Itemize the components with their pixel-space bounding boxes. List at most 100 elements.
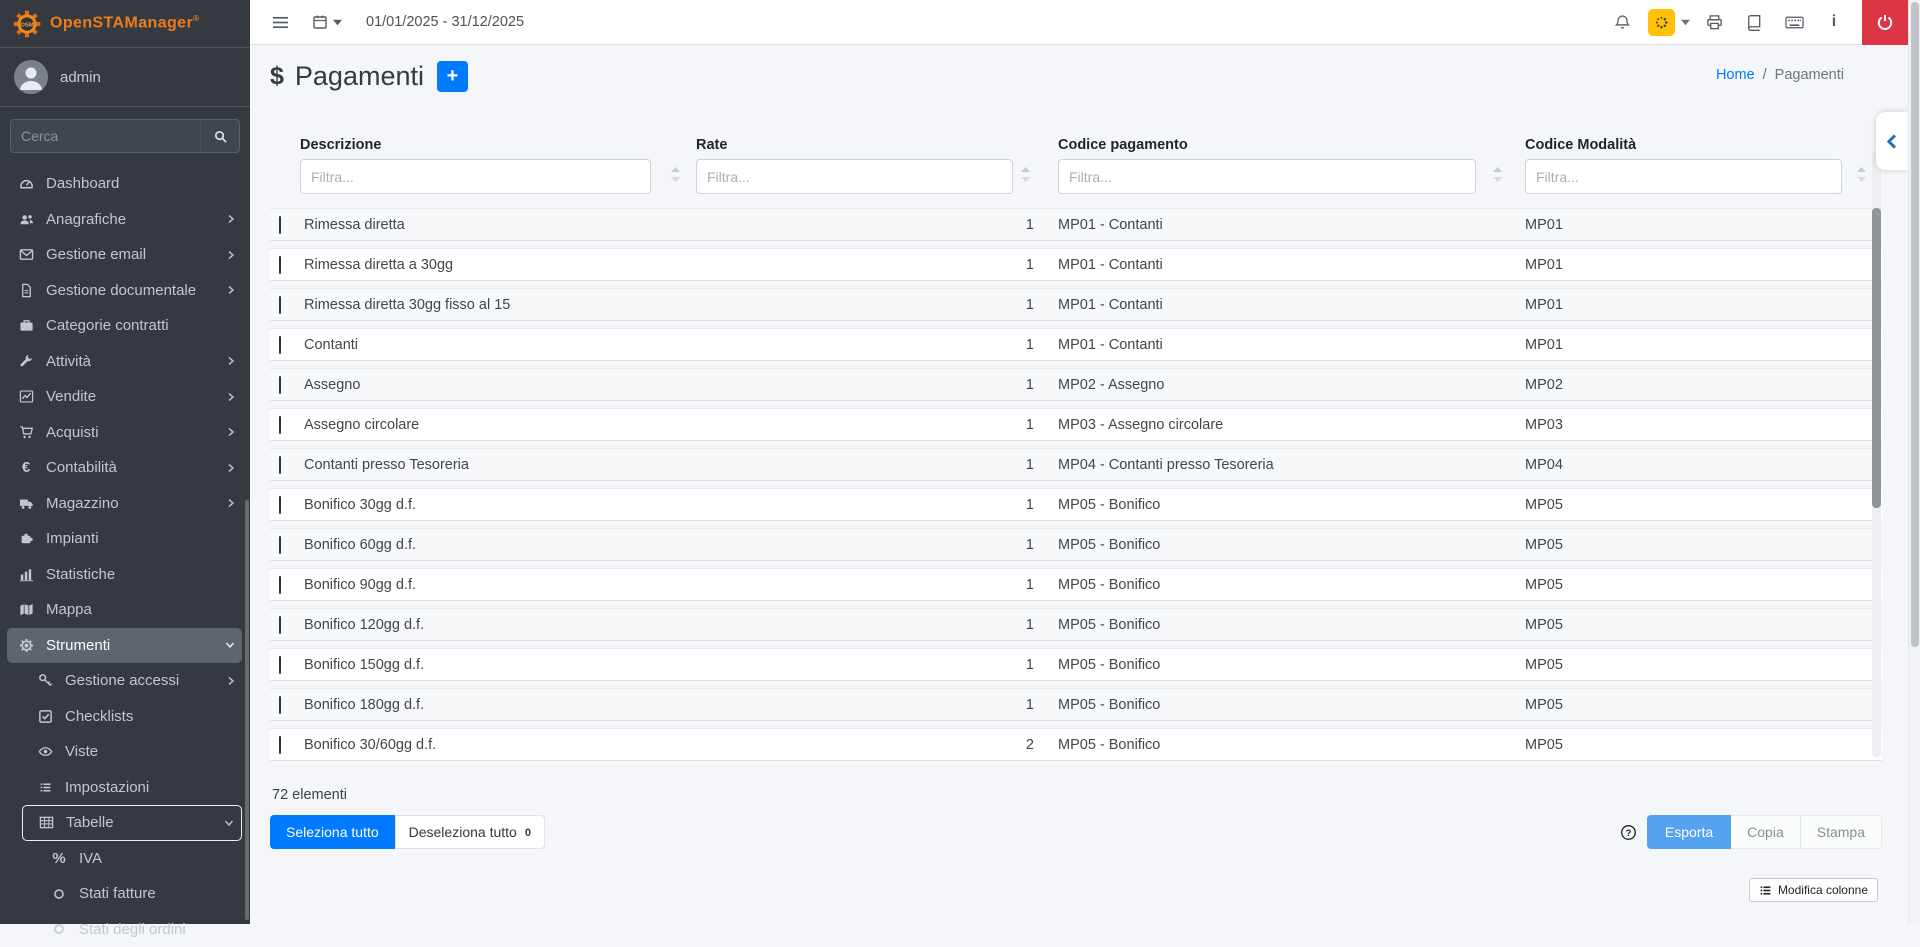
row-checkbox[interactable]: [279, 496, 281, 514]
breadcrumb-home-link[interactable]: Home: [1716, 67, 1755, 83]
table-row[interactable]: Bonifico 90gg d.f.1MP05 - BonificoMP05: [270, 568, 1882, 601]
help-icon[interactable]: ?: [1620, 824, 1637, 841]
row-checkbox[interactable]: [279, 616, 281, 634]
sidebar-item-stati-fatture[interactable]: Stati fatture: [0, 876, 250, 912]
filter-input-codice-modalita[interactable]: [1525, 159, 1842, 194]
sidebar-item-contabilita[interactable]: €Contabilità: [0, 450, 250, 486]
brand[interactable]: OSM OpenSTAManager®: [0, 0, 250, 48]
print-table-button[interactable]: Stampa: [1801, 815, 1882, 849]
column-label[interactable]: Rate: [696, 137, 1046, 153]
table-row[interactable]: Rimessa diretta a 30gg1MP01 - ContantiMP…: [270, 248, 1882, 281]
row-checkbox[interactable]: [279, 216, 281, 234]
row-checkbox[interactable]: [279, 736, 281, 754]
sidebar-item-stati-degli-ordini[interactable]: Stati degli ordini: [0, 912, 250, 947]
date-range-picker[interactable]: [312, 14, 342, 30]
panel-toggle[interactable]: [1876, 112, 1908, 170]
sort-icon[interactable]: [671, 167, 680, 182]
sidebar-item-iva[interactable]: %IVA: [0, 841, 250, 877]
search-button[interactable]: [200, 119, 240, 153]
table-row[interactable]: Rimessa diretta1MP01 - ContantiMP01: [270, 208, 1882, 241]
sidebar-item-mappa[interactable]: Mappa: [0, 592, 250, 628]
table-row[interactable]: Assegno circolare1MP03 - Assegno circola…: [270, 408, 1882, 441]
cell-codice-pagamento: MP05 - Bonifico: [1046, 497, 1518, 513]
select-all-button[interactable]: Seleziona tutto: [270, 815, 395, 849]
table-row[interactable]: Rimessa diretta 30gg fisso al 151MP01 - …: [270, 288, 1882, 321]
sidebar-item-tabelle[interactable]: Tabelle: [22, 805, 242, 841]
sidebar-item-anagrafiche[interactable]: Anagrafiche: [0, 202, 250, 238]
notifications-button[interactable]: [1606, 0, 1638, 44]
sidebar-item-label: Stati fatture: [79, 885, 156, 902]
table-row[interactable]: Bonifico 180gg d.f.1MP05 - BonificoMP05: [270, 688, 1882, 721]
add-button[interactable]: +: [437, 61, 468, 92]
print-button[interactable]: [1698, 0, 1730, 44]
row-checkbox[interactable]: [279, 256, 281, 274]
svg-text:?: ?: [1626, 827, 1632, 838]
filter-input-descrizione[interactable]: [300, 159, 651, 194]
column-label[interactable]: Codice pagamento: [1058, 137, 1518, 153]
shortcuts-button[interactable]: [1778, 0, 1810, 44]
table-row[interactable]: Bonifico 30/60gg d.f.2MP05 - BonificoMP0…: [270, 728, 1882, 761]
table-row[interactable]: Bonifico 60gg d.f.1MP05 - BonificoMP05: [270, 528, 1882, 561]
sidebar-item-impostazioni[interactable]: Impostazioni: [0, 770, 250, 806]
sidebar-scrollbar[interactable]: [245, 500, 249, 920]
table-row[interactable]: Bonifico 120gg d.f.1MP05 - BonificoMP05: [270, 608, 1882, 641]
edit-columns-button[interactable]: Modifica colonne: [1749, 878, 1878, 902]
sort-icon[interactable]: [1021, 167, 1030, 182]
export-button[interactable]: Esporta: [1647, 815, 1731, 849]
breadcrumb: Home / Pagamenti: [1716, 67, 1844, 83]
table-row[interactable]: Bonifico 150gg d.f.1MP05 - BonificoMP05: [270, 648, 1882, 681]
sort-icon[interactable]: [1493, 167, 1502, 182]
row-checkbox[interactable]: [279, 336, 281, 354]
sidebar-item-gestione-email[interactable]: Gestione email: [0, 237, 250, 273]
search-input[interactable]: [10, 119, 200, 153]
table-row[interactable]: Bonifico 30gg d.f.1MP05 - BonificoMP05: [270, 488, 1882, 521]
filter-input-codice-pagamento[interactable]: [1058, 159, 1476, 194]
sidebar-item-attivita[interactable]: Attività: [0, 344, 250, 380]
cell-rate: 1: [696, 217, 1046, 233]
sidebar-item-categorie-contratti[interactable]: Categorie contratti: [0, 308, 250, 344]
table-scrollbar[interactable]: [1872, 150, 1881, 757]
table-row[interactable]: Assegno1MP02 - AssegnoMP02: [270, 368, 1882, 401]
deselect-all-button[interactable]: Deseleziona tutto 0: [395, 815, 545, 849]
row-checkbox[interactable]: [279, 456, 281, 474]
logout-button[interactable]: [1862, 0, 1908, 45]
user-name[interactable]: admin: [60, 69, 101, 86]
cell-codice-modalita: MP04: [1518, 457, 1882, 473]
row-checkbox[interactable]: [279, 696, 281, 714]
row-checkbox[interactable]: [279, 296, 281, 314]
row-checkbox[interactable]: [279, 536, 281, 554]
column-label[interactable]: Descrizione: [300, 137, 696, 153]
row-checkbox[interactable]: [279, 376, 281, 394]
navbar-right: i: [1598, 0, 1920, 45]
row-checkbox[interactable]: [279, 576, 281, 594]
sidebar-toggle-button[interactable]: [264, 0, 296, 44]
window-scrollbar-thumb[interactable]: [1911, 2, 1919, 647]
filter-input-rate[interactable]: [696, 159, 1013, 194]
sidebar-item-magazzino[interactable]: Magazzino: [0, 486, 250, 522]
spinner-dots-icon: [1653, 14, 1670, 31]
table-row[interactable]: Contanti presso Tesoreria1MP04 - Contant…: [270, 448, 1882, 481]
session-state-button[interactable]: [1648, 9, 1690, 36]
window-scrollbar[interactable]: [1908, 0, 1920, 924]
sidebar-item-gestione-accessi[interactable]: Gestione accessi: [0, 663, 250, 699]
table-row[interactable]: Contanti1MP01 - ContantiMP01: [270, 328, 1882, 361]
sidebar-item-checklists[interactable]: Checklists: [0, 699, 250, 735]
info-button[interactable]: i: [1818, 0, 1850, 44]
sidebar-item-vendite[interactable]: Vendite: [0, 379, 250, 415]
sidebar-item-gestione-documentale[interactable]: Gestione documentale: [0, 273, 250, 309]
row-checkbox[interactable]: [279, 416, 281, 434]
column-label[interactable]: Codice Modalità: [1525, 137, 1882, 153]
sidebar-item-statistiche[interactable]: Statistiche: [0, 557, 250, 593]
row-checkbox[interactable]: [279, 656, 281, 674]
manual-button[interactable]: [1738, 0, 1770, 44]
avatar[interactable]: [14, 60, 48, 94]
table-scrollbar-thumb[interactable]: [1872, 208, 1881, 508]
sidebar-item-dashboard[interactable]: Dashboard: [0, 166, 250, 202]
sidebar-item-acquisti[interactable]: Acquisti: [0, 415, 250, 451]
cell-codice-modalita: MP05: [1518, 737, 1882, 753]
copy-button[interactable]: Copia: [1731, 815, 1801, 849]
sidebar-item-viste[interactable]: Viste: [0, 734, 250, 770]
sort-icon[interactable]: [1857, 167, 1866, 182]
sidebar-item-impianti[interactable]: Impianti: [0, 521, 250, 557]
sidebar-item-strumenti[interactable]: Strumenti: [7, 628, 242, 664]
